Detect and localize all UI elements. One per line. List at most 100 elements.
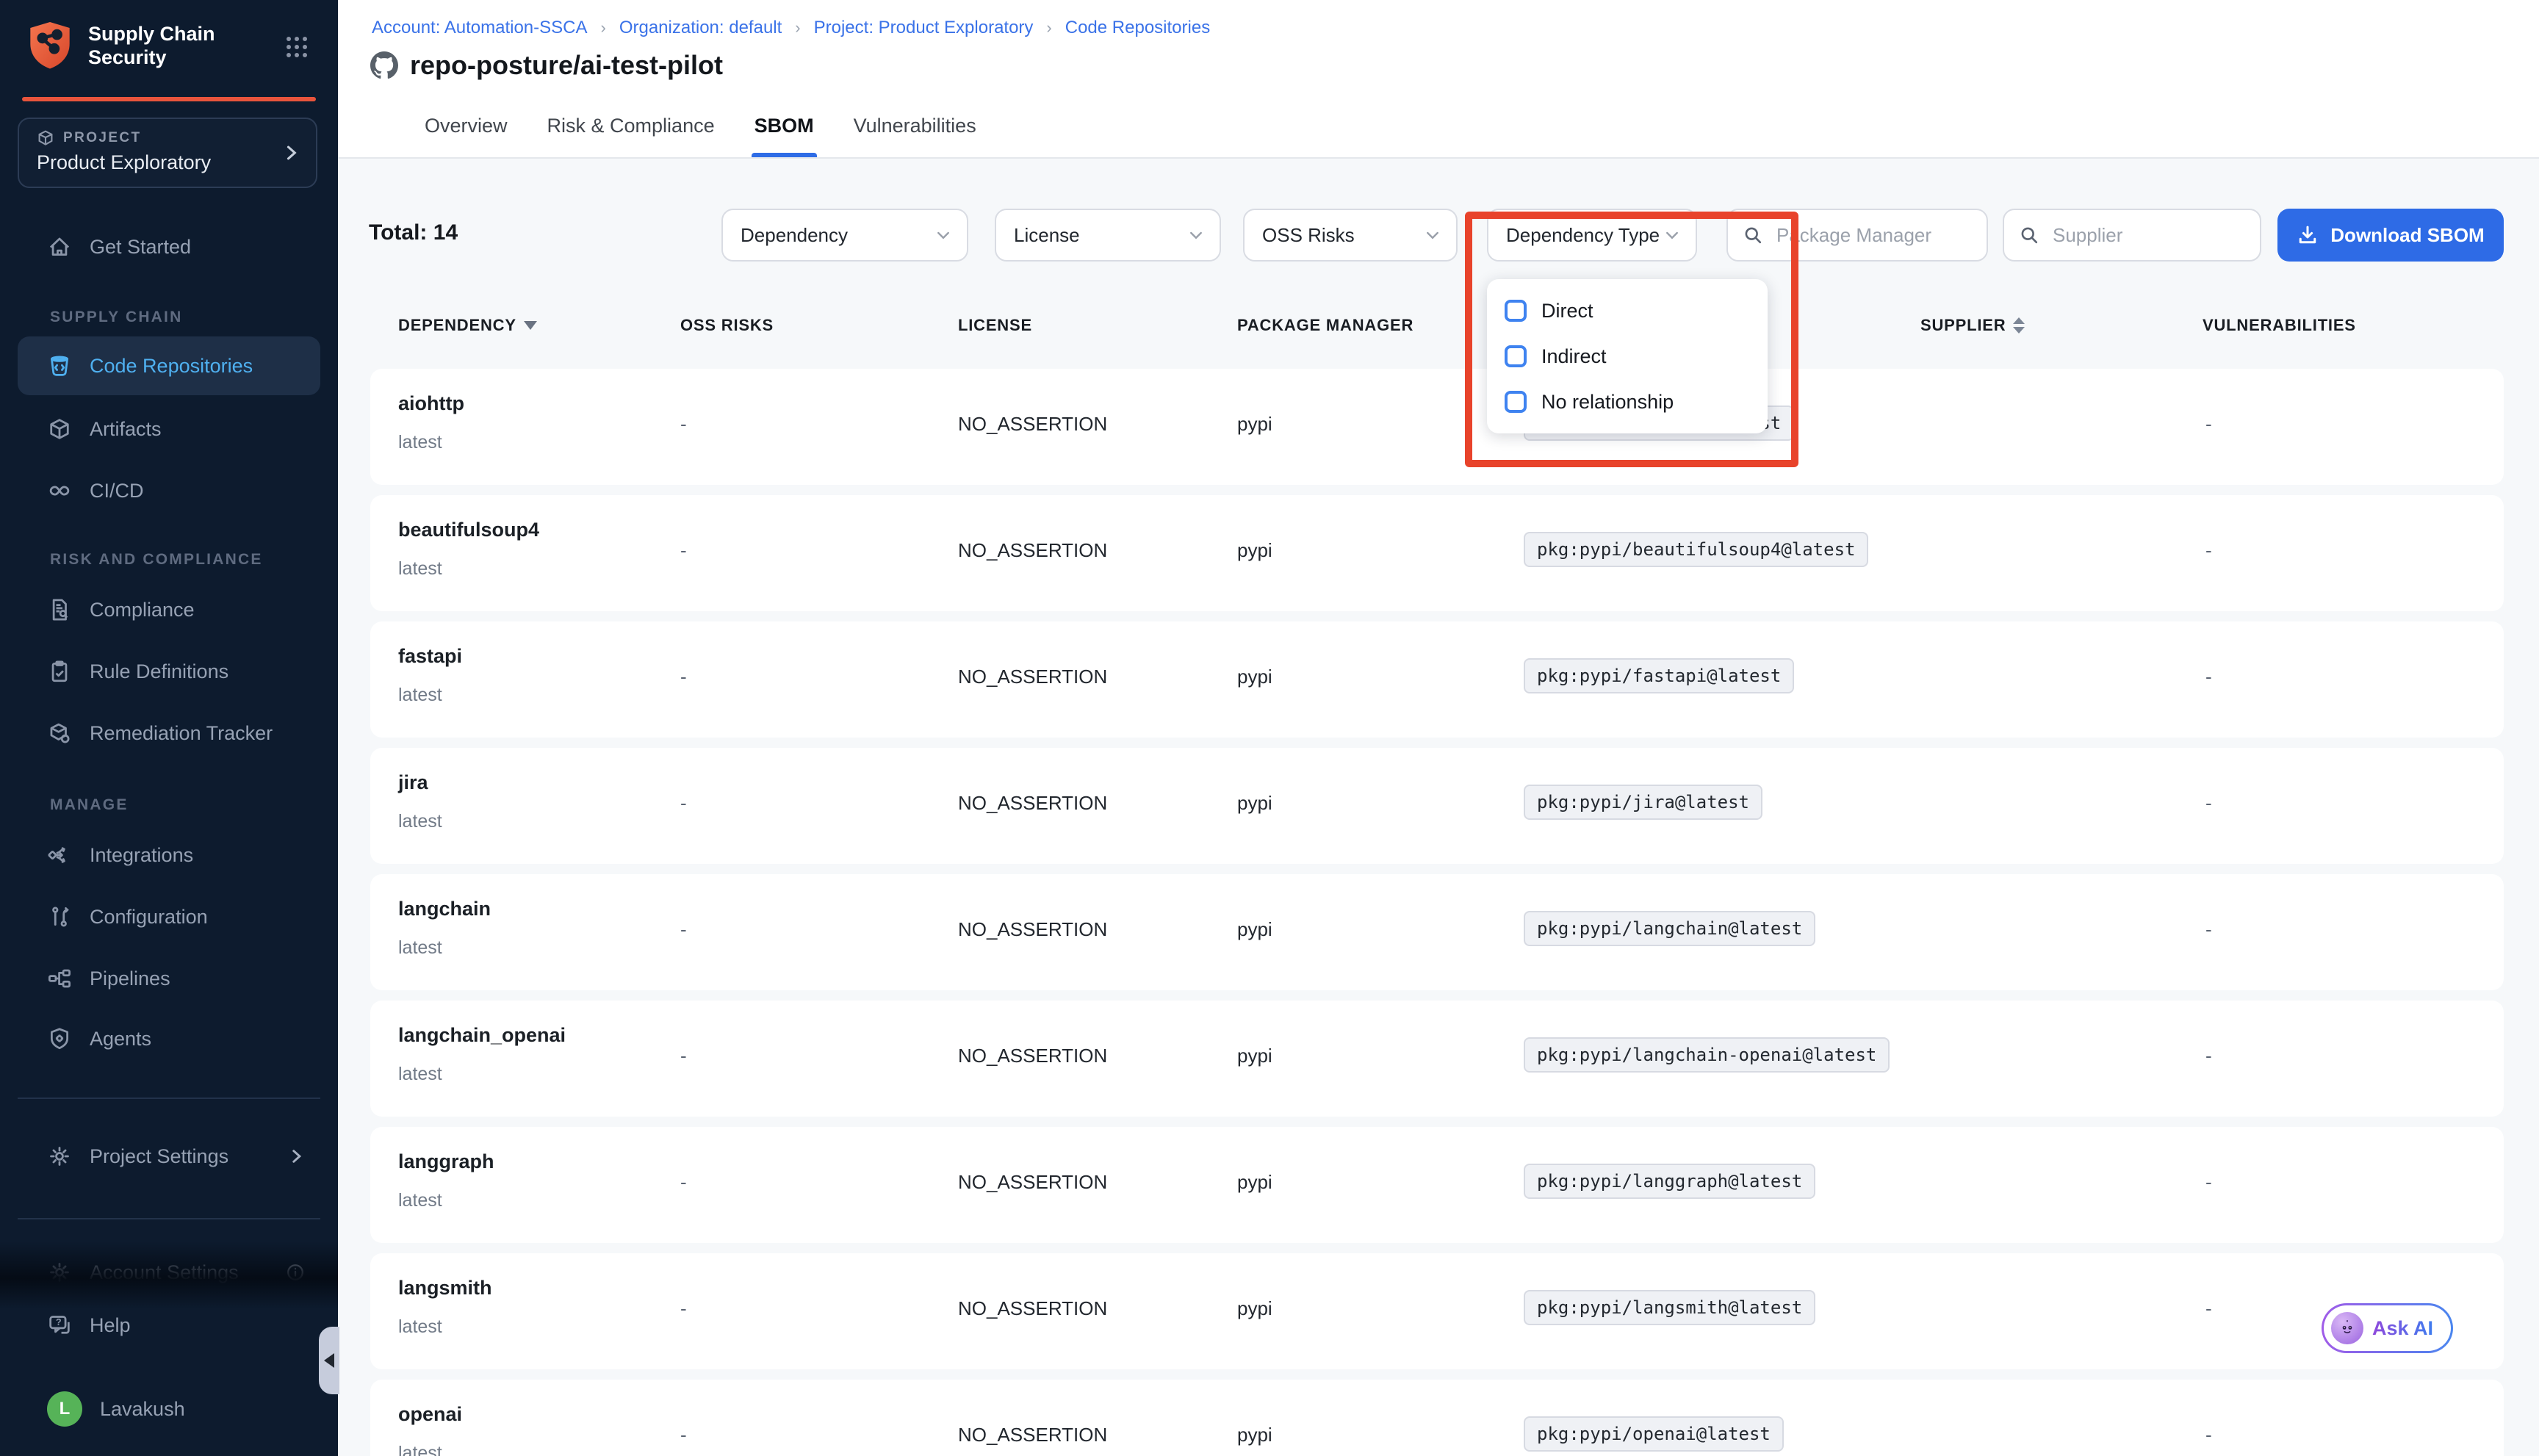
breadcrumb-project[interactable]: Project: Product Exploratory <box>814 18 1034 38</box>
oss-risks-value: - <box>680 413 687 436</box>
package-manager-value: pypi <box>1237 1297 1272 1320</box>
user-name: Lavakush <box>100 1398 185 1421</box>
chevron-separator-icon: › <box>600 18 605 37</box>
shield-logo-icon <box>26 19 73 72</box>
sidebar-item-artifacts[interactable]: Artifacts <box>18 400 320 458</box>
checkbox-direct[interactable] <box>1505 300 1527 322</box>
sidebar-item-pipelines[interactable]: Pipelines <box>18 949 320 1008</box>
table-row[interactable]: aiohttp latest - NO_ASSERTION pypi pkg:p… <box>370 369 2504 485</box>
package-icon <box>47 721 72 746</box>
breadcrumb-account[interactable]: Account: Automation-SSCA <box>372 18 587 38</box>
purl-chip[interactable]: pkg:pypi/openai@latest <box>1524 1416 1784 1452</box>
package-manager-value: pypi <box>1237 1045 1272 1067</box>
project-selector[interactable]: PROJECT Product Exploratory <box>18 118 317 188</box>
project-label: PROJECT <box>63 130 142 146</box>
sidebar-item-rule-definitions[interactable]: Rule Definitions <box>18 642 320 701</box>
app-window: Supply Chain Security PROJECT Product Ex… <box>0 0 2539 1456</box>
purl-chip[interactable]: pkg:pypi/langgraph@latest <box>1524 1164 1815 1199</box>
table-row[interactable]: langgraph latest - NO_ASSERTION pypi pkg… <box>370 1127 2504 1243</box>
table-row[interactable]: langchain latest - NO_ASSERTION pypi pkg… <box>370 874 2504 990</box>
tab-sbom[interactable]: SBOM <box>755 106 814 157</box>
chevron-left-icon <box>324 1353 334 1368</box>
menu-option-no-relationship[interactable]: No relationship <box>1487 379 1768 425</box>
purl-chip[interactable]: pkg:pypi/langchain-openai@latest <box>1524 1037 1890 1073</box>
tab-vulnerabilities[interactable]: Vulnerabilities <box>854 106 976 157</box>
table-row[interactable]: beautifulsoup4 latest - NO_ASSERTION pyp… <box>370 495 2504 611</box>
column-header-supplier[interactable]: SUPPLIER <box>1920 316 2025 335</box>
sidebar-item-agents[interactable]: Agents <box>18 1009 320 1068</box>
user-menu[interactable]: L Lavakush <box>18 1380 320 1438</box>
vulnerabilities-value: - <box>2205 539 2212 562</box>
column-header-oss-risks: OSS RISKS <box>680 316 774 335</box>
package-manager-value: pypi <box>1237 1424 1272 1446</box>
checkbox-no-relationship[interactable] <box>1505 391 1527 413</box>
oss-risks-value: - <box>680 918 687 941</box>
menu-option-direct[interactable]: Direct <box>1487 288 1768 334</box>
vulnerabilities-value: - <box>2205 413 2212 436</box>
sidebar-collapse-handle[interactable] <box>319 1327 339 1394</box>
license-value: NO_ASSERTION <box>958 1171 1107 1194</box>
purl-chip[interactable]: pkg:pypi/langsmith@latest <box>1524 1290 1815 1325</box>
dependency-version: latest <box>398 432 442 453</box>
breadcrumb: Account: Automation-SSCA › Organization:… <box>372 18 1210 38</box>
dependency-name: openai <box>398 1403 462 1426</box>
dependency-version: latest <box>398 937 442 959</box>
chevron-down-icon <box>934 226 952 244</box>
table-row[interactable]: fastapi latest - NO_ASSERTION pypi pkg:p… <box>370 621 2504 738</box>
supplier-search-input[interactable] <box>2050 223 2245 248</box>
chevron-separator-icon: › <box>795 18 800 37</box>
dependency-filter-select[interactable]: Dependency <box>721 209 968 262</box>
sidebar-item-get-started[interactable]: Get Started <box>18 217 320 276</box>
app-switcher-grid-icon[interactable] <box>285 35 309 59</box>
sidebar-item-project-settings[interactable]: Project Settings <box>18 1127 320 1186</box>
chevron-right-icon <box>281 143 301 163</box>
purl-chip[interactable]: pkg:pypi/jira@latest <box>1524 785 1762 820</box>
ask-ai-button[interactable]: Ask AI <box>2322 1303 2453 1353</box>
oss-risks-value: - <box>680 539 687 562</box>
table-row[interactable]: jira latest - NO_ASSERTION pypi pkg:pypi… <box>370 748 2504 864</box>
vulnerabilities-value: - <box>2205 792 2212 815</box>
menu-option-indirect[interactable]: Indirect <box>1487 334 1768 379</box>
code-repo-icon <box>47 353 72 378</box>
table-row[interactable]: langsmith latest - NO_ASSERTION pypi pkg… <box>370 1253 2504 1369</box>
infinity-icon <box>47 478 72 503</box>
dependency-name: beautifulsoup4 <box>398 519 539 541</box>
dependency-name: langgraph <box>398 1150 494 1173</box>
section-label-risk-compliance: RISK AND COMPLIANCE <box>50 551 263 569</box>
dependency-version: latest <box>398 1316 442 1338</box>
table-row[interactable]: openai latest - NO_ASSERTION pypi pkg:py… <box>370 1380 2504 1456</box>
vulnerabilities-value: - <box>2205 1045 2212 1067</box>
license-value: NO_ASSERTION <box>958 1045 1107 1067</box>
configuration-icon <box>47 904 72 929</box>
sidebar-item-compliance[interactable]: Compliance <box>18 580 320 639</box>
license-filter-select[interactable]: License <box>995 209 1221 262</box>
tab-overview[interactable]: Overview <box>425 106 508 157</box>
sidebar-item-account-settings[interactable]: Account Settings <box>18 1243 320 1302</box>
sidebar-item-integrations[interactable]: Integrations <box>18 826 320 884</box>
package-manager-search-input[interactable] <box>1773 223 1972 248</box>
download-sbom-button[interactable]: Download SBOM <box>2277 209 2504 262</box>
sidebar-item-cicd[interactable]: CI/CD <box>18 461 320 520</box>
purl-chip[interactable]: pkg:pypi/langchain@latest <box>1524 911 1815 946</box>
brand-divider <box>22 97 316 101</box>
purl-chip[interactable]: pkg:pypi/beautifulsoup4@latest <box>1524 532 1868 567</box>
oss-risks-value: - <box>680 1297 687 1320</box>
tab-bar: Overview Risk & Compliance SBOM Vulnerab… <box>425 106 976 157</box>
breadcrumb-code-repositories[interactable]: Code Repositories <box>1065 18 1210 38</box>
sidebar-item-configuration[interactable]: Configuration <box>18 887 320 946</box>
oss-risks-filter-select[interactable]: OSS Risks <box>1243 209 1458 262</box>
column-header-dependency[interactable]: DEPENDENCY <box>398 316 537 335</box>
table-row[interactable]: langchain_openai latest - NO_ASSERTION p… <box>370 1001 2504 1117</box>
dependency-type-filter-select[interactable]: Dependency Type <box>1487 209 1697 262</box>
breadcrumb-organization[interactable]: Organization: default <box>619 18 782 38</box>
license-value: NO_ASSERTION <box>958 413 1107 436</box>
checkbox-indirect[interactable] <box>1505 345 1527 367</box>
supplier-search[interactable] <box>2003 209 2261 262</box>
dependency-name: langsmith <box>398 1277 492 1300</box>
tab-risk-compliance[interactable]: Risk & Compliance <box>547 106 715 157</box>
package-manager-search[interactable] <box>1726 209 1988 262</box>
sidebar-item-remediation-tracker[interactable]: Remediation Tracker <box>18 704 320 763</box>
sidebar-item-help[interactable]: ? Help <box>18 1296 320 1355</box>
sidebar-item-code-repositories[interactable]: Code Repositories <box>18 336 320 395</box>
purl-chip[interactable]: pkg:pypi/fastapi@latest <box>1524 658 1794 693</box>
